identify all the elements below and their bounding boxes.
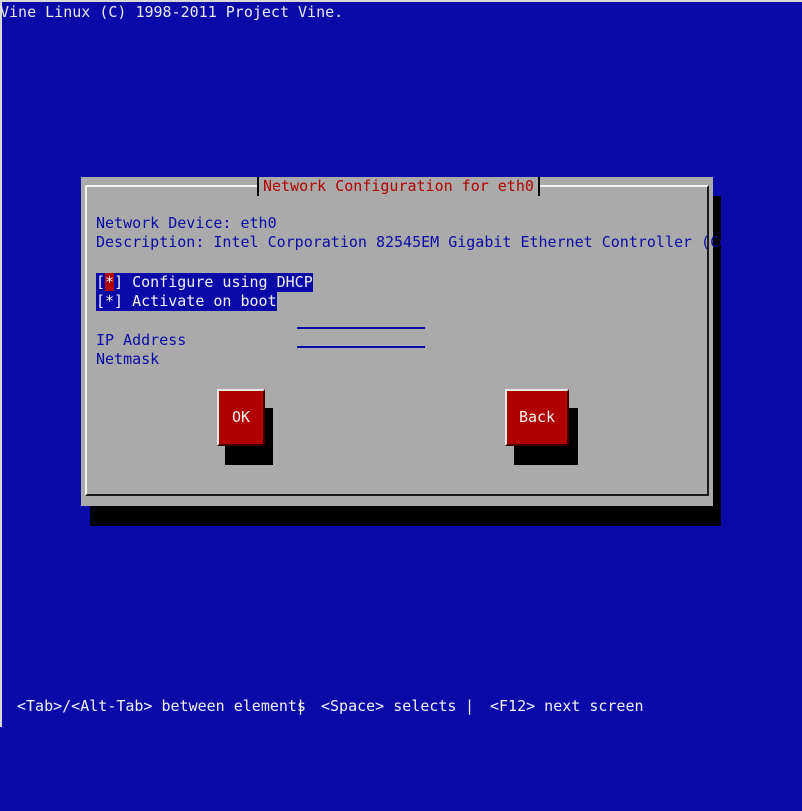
screen-title: Vine Linux (C) 1998-2011 Project Vine. bbox=[0, 3, 344, 21]
screen-left-edge bbox=[0, 0, 2, 727]
status-tab-hint: <Tab>/<Alt-Tab> between elements bbox=[17, 697, 306, 715]
status-separator: | bbox=[296, 697, 306, 715]
netmask-field[interactable] bbox=[297, 346, 425, 348]
netmask-label: Netmask bbox=[96, 350, 160, 368]
ok-button[interactable]: OK bbox=[217, 389, 265, 446]
activate-on-boot-checkbox[interactable]: [*] Activate on boot bbox=[96, 292, 277, 311]
status-separator: | bbox=[465, 697, 475, 715]
network-device-line: Network Device: eth0 bbox=[96, 214, 277, 232]
dhcp-label: ] Configure using DHCP bbox=[114, 273, 313, 291]
status-bar: <Tab>/<Alt-Tab> between elements | <Spac… bbox=[0, 697, 802, 811]
screen-top-edge bbox=[0, 0, 802, 2]
dhcp-checkbox[interactable]: [*] Configure using DHCP bbox=[96, 273, 313, 292]
dhcp-bracket: [ bbox=[96, 273, 106, 291]
ip-address-field[interactable] bbox=[297, 327, 425, 329]
description-line: Description: Intel Corporation 82545EM G… bbox=[96, 233, 774, 251]
network-config-dialog: Network Configuration for eth0 Network D… bbox=[81, 177, 773, 506]
dialog-title: Network Configuration for eth0 bbox=[257, 177, 540, 196]
status-space-hint: <Space> selects bbox=[321, 697, 457, 715]
back-button[interactable]: Back bbox=[505, 389, 569, 446]
dhcp-check-mark: * bbox=[105, 273, 115, 291]
status-f12-hint: <F12> next screen bbox=[490, 697, 644, 715]
ip-address-label: IP Address bbox=[96, 331, 187, 349]
